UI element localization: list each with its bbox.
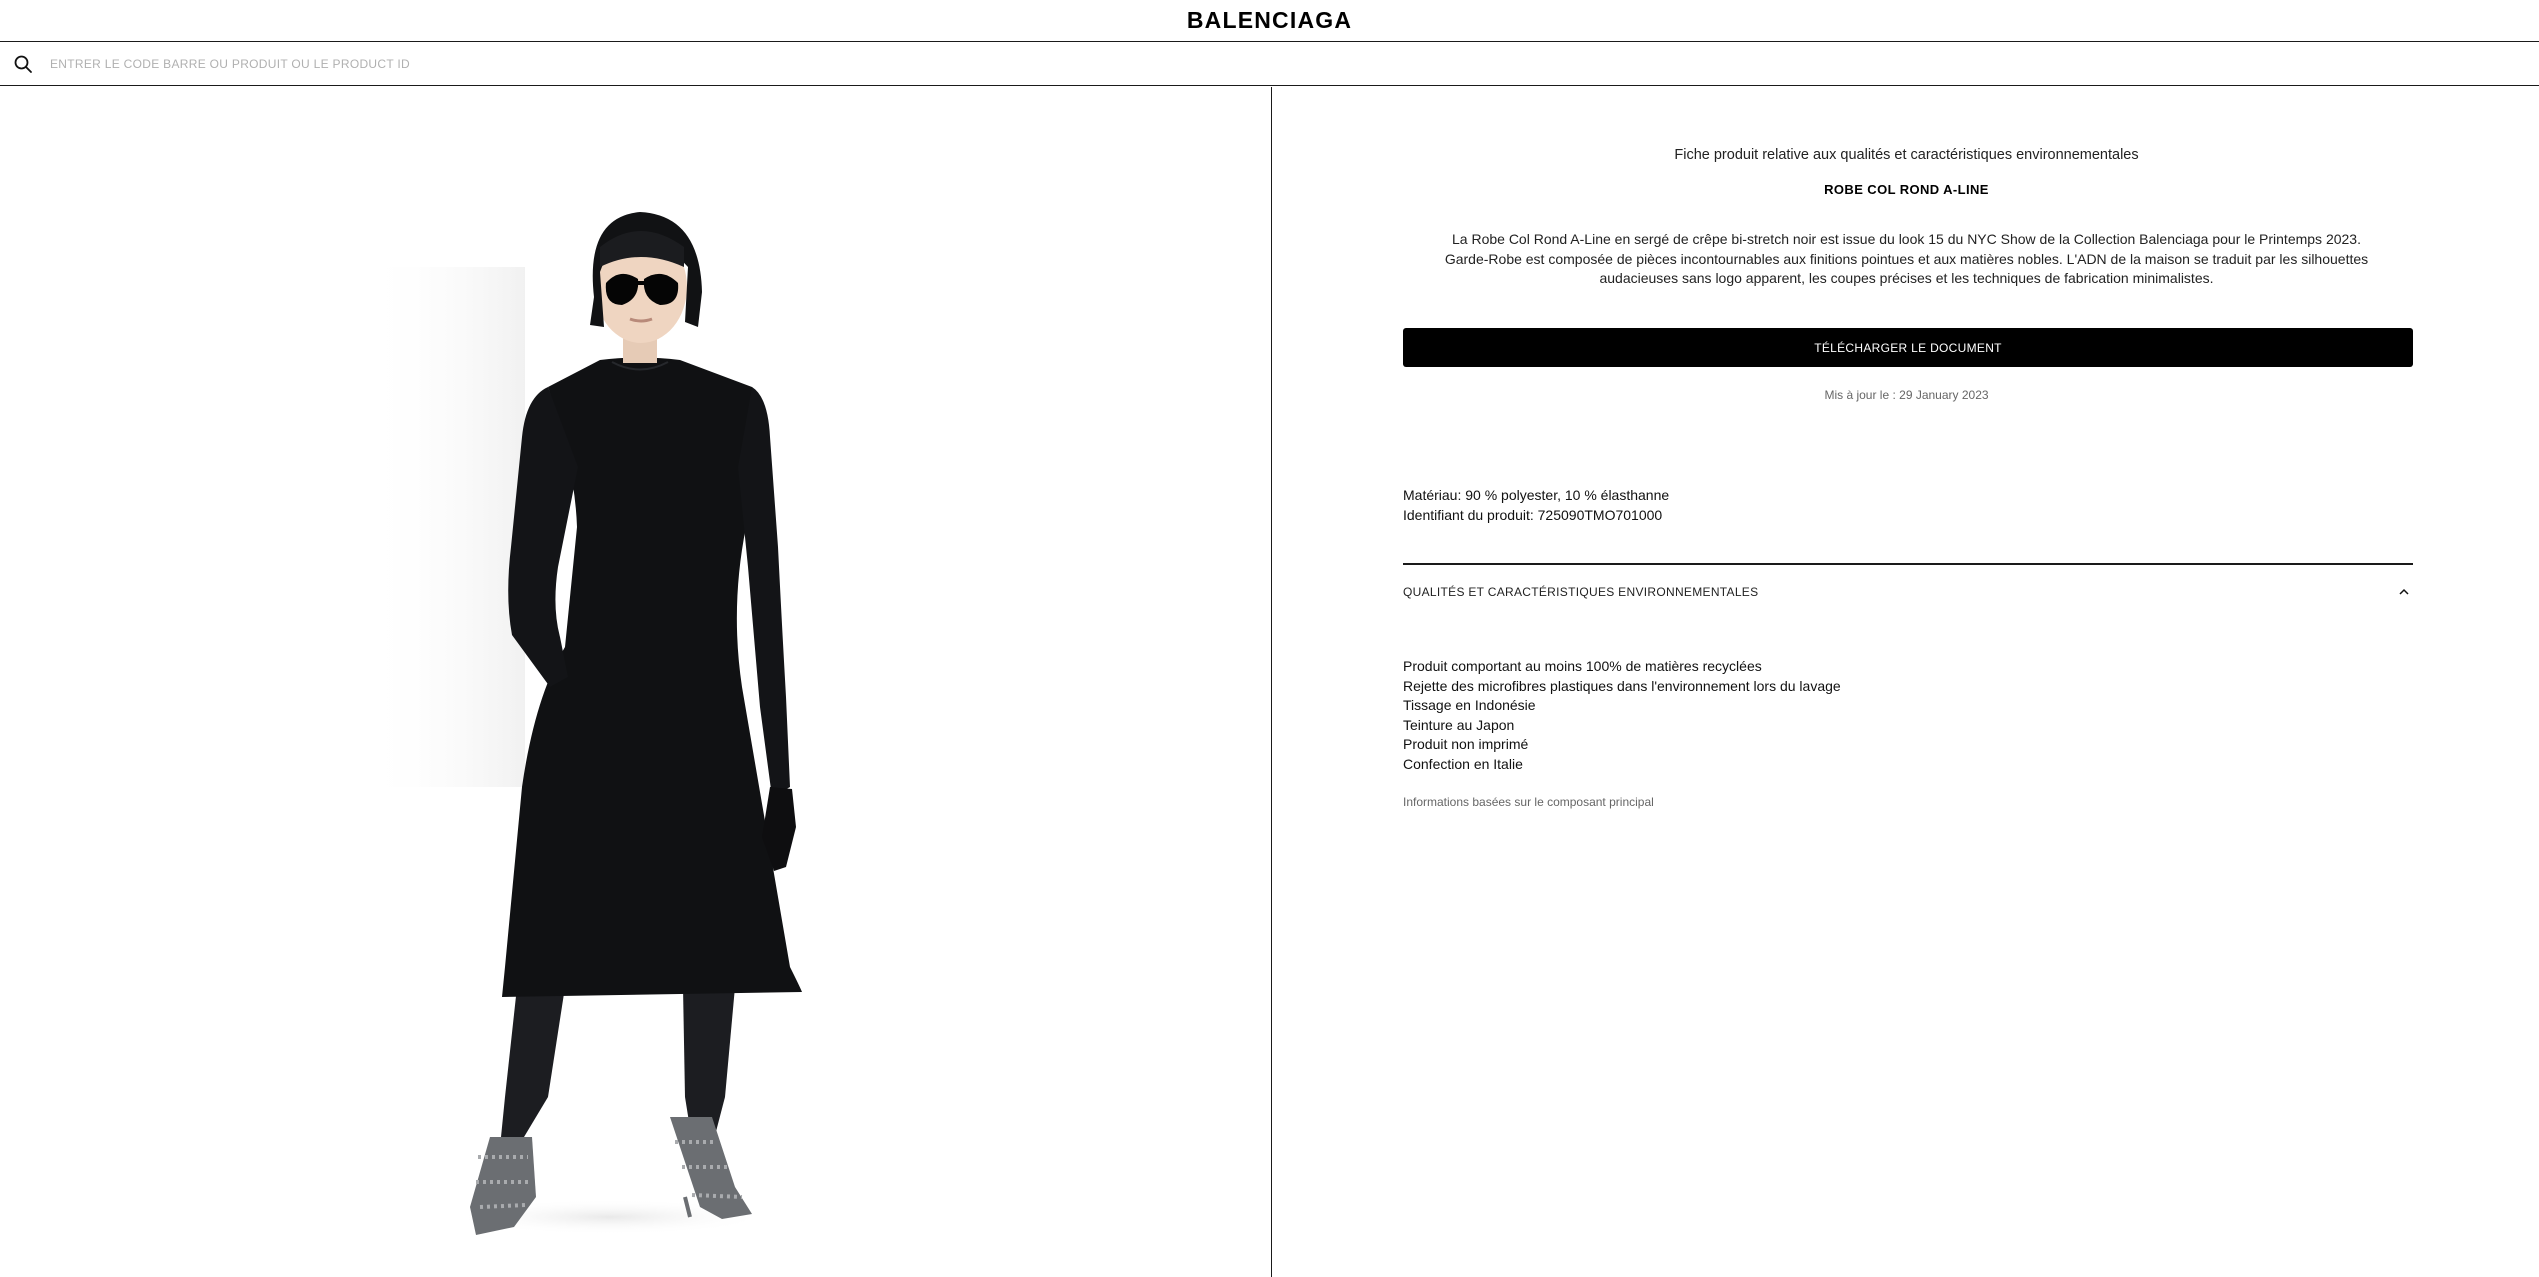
material-info: Matériau: 90 % polyester, 10 % élasthann… xyxy=(1403,487,1670,503)
list-item: Produit comportant au moins 100% de mati… xyxy=(1403,658,1762,674)
accordion-divider xyxy=(1403,563,2413,565)
sheet-title: Fiche produit relative aux qualités et c… xyxy=(1674,147,2139,163)
list-item: Rejette des microfibres plastiques dans … xyxy=(1403,677,1841,694)
brand-logo[interactable]: BALENCIAGA xyxy=(1187,7,1352,34)
info-footnote: Informations basées sur le composant pri… xyxy=(1403,795,1654,809)
product-name: ROBE COL ROND A-LINE xyxy=(1824,182,1989,197)
product-image xyxy=(365,212,802,1235)
description-line: Garde-Robe est composée de pièces incont… xyxy=(1444,250,2369,267)
download-document-button[interactable]: TÉLÉCHARGER LE DOCUMENT xyxy=(1403,328,2413,367)
product-id-info: Identifiant du produit: 725090TMO701000 xyxy=(1403,507,1663,523)
list-item: Tissage en Indonésie xyxy=(1403,697,1536,714)
description-line: La Robe Col Rond A-Line en sergé de crêp… xyxy=(1452,231,2361,247)
description-line: audacieuses sans logo apparent, les coup… xyxy=(1599,270,2214,286)
environmental-accordion-toggle[interactable]: QUALITÉS ET CARACTÉRISTIQUES ENVIRONNEME… xyxy=(1403,577,2413,607)
list-item: Confection en Italie xyxy=(1403,755,1523,772)
product-specs: Matériau: 90 % polyester, 10 % élasthann… xyxy=(1403,485,2303,525)
search-input[interactable] xyxy=(50,50,1550,78)
product-image-panel xyxy=(0,87,1272,1277)
product-description: La Robe Col Rond A-Line en sergé de crêp… xyxy=(1394,230,2419,289)
list-item: Teinture au Japon xyxy=(1403,716,1515,733)
top-header: BALENCIAGA xyxy=(0,0,2539,42)
product-info-panel: Fiche produit relative aux qualités et c… xyxy=(1274,87,2539,1277)
last-updated: Mis à jour le : 29 January 2023 xyxy=(1824,388,1989,402)
chevron-up-icon[interactable] xyxy=(2397,585,2411,599)
search-icon[interactable] xyxy=(13,54,33,74)
search-bar xyxy=(0,42,2539,86)
environmental-features-list: Produit comportant au moins 100% de mati… xyxy=(1403,657,2403,775)
list-item: Produit non imprimé xyxy=(1403,736,1529,753)
accordion-title: QUALITÉS ET CARACTÉRISTIQUES ENVIRONNEME… xyxy=(1403,585,1759,599)
